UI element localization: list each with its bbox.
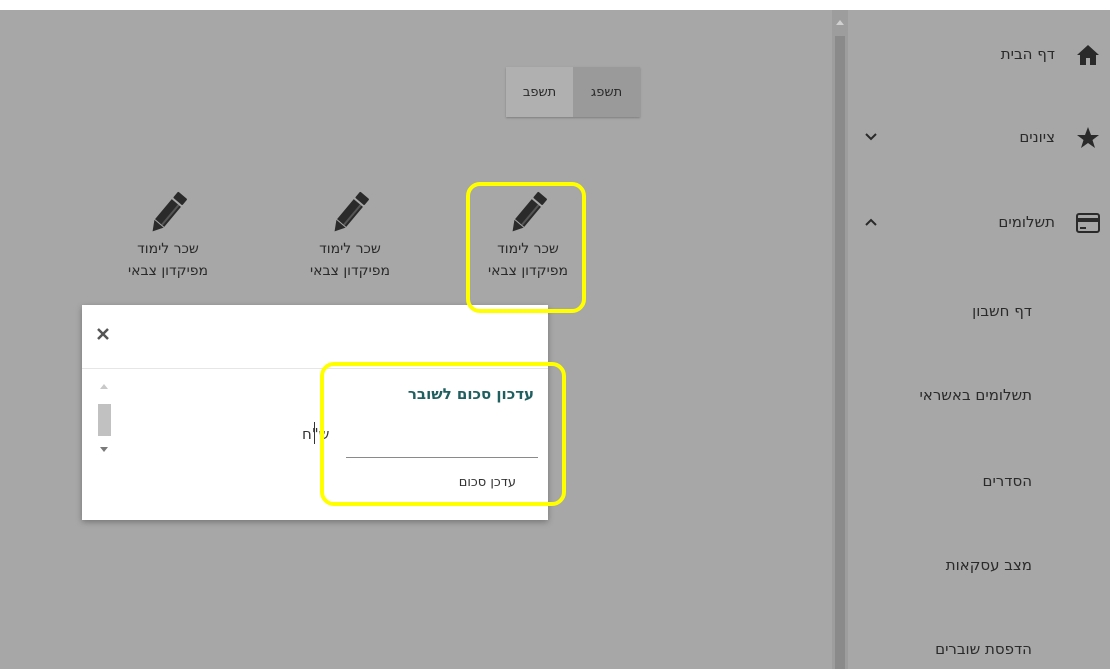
star-icon xyxy=(1077,127,1099,148)
home-icon xyxy=(1077,45,1099,65)
sidebar-subitem-print-vouchers[interactable]: הדפסת שוברים xyxy=(848,636,1110,666)
sidebar-item-home[interactable]: דף הבית xyxy=(848,37,1110,73)
scroll-thumb[interactable] xyxy=(835,36,845,669)
sidebar-subitem-label: תשלומים באשראי xyxy=(919,386,1032,404)
scroll-up-arrow-icon[interactable] xyxy=(836,20,844,25)
scroll-up-arrow-icon[interactable] xyxy=(100,384,108,389)
sidebar-item-grades[interactable]: ציונים xyxy=(848,120,1110,156)
sidebar-subitem-label: מצב עסקאות xyxy=(945,556,1032,574)
dialog-scrollbar[interactable] xyxy=(97,382,111,457)
sidebar-subitem-label: דף חשבון xyxy=(972,302,1032,320)
sidebar-item-label: ציונים xyxy=(1019,128,1055,146)
year-toggle: תשפג תשפב xyxy=(506,67,640,117)
sidebar-subitem-arrangements[interactable]: הסדרים xyxy=(848,468,1110,498)
chevron-up-icon[interactable] xyxy=(864,215,878,229)
main-scrollbar[interactable] xyxy=(832,10,848,669)
top-strip xyxy=(0,0,1110,10)
year-button-active[interactable]: תשפג xyxy=(573,67,640,117)
sidebar-subitem-account-statement[interactable]: דף חשבון xyxy=(848,298,1110,328)
chevron-down-icon[interactable] xyxy=(864,130,878,144)
sidebar-subitem-label: הסדרים xyxy=(982,472,1033,490)
amount-input[interactable] xyxy=(346,427,538,458)
dialog-divider xyxy=(82,368,548,369)
sidebar-subitem-credit-payments[interactable]: תשלומים באשראי xyxy=(848,382,1110,412)
document-title-line2: מפיקדון צבאי xyxy=(128,263,208,279)
update-amount-button[interactable]: עדכן סכום xyxy=(459,475,516,490)
year-button-inactive[interactable]: תשפב xyxy=(506,67,573,117)
document-card[interactable]: שכר לימוד מפיקדון צבאי xyxy=(108,188,228,298)
update-amount-dialog: עדכון סכום לשובר ש"ח עדכן סכום xyxy=(82,305,548,520)
pencil-icon xyxy=(512,191,547,232)
sidebar-subitem-transaction-status[interactable]: מצב עסקאות xyxy=(848,552,1110,582)
scroll-down-arrow-icon[interactable] xyxy=(100,447,108,452)
sidebar-item-label: תשלומים xyxy=(998,213,1055,231)
document-title-line2: מפיקדון צבאי xyxy=(488,263,568,279)
currency-label: ש"ח xyxy=(302,425,330,443)
pencil-icon xyxy=(152,191,187,232)
pencil-icon xyxy=(334,191,369,232)
text-caret xyxy=(314,422,315,444)
document-title-line1: שכר לימוד xyxy=(137,241,199,257)
document-title-line1: שכר לימוד xyxy=(497,241,559,257)
document-title-line1: שכר לימוד xyxy=(319,241,381,257)
document-card[interactable]: שכר לימוד מפיקדון צבאי xyxy=(468,188,588,298)
sidebar-item-label: דף הבית xyxy=(1000,45,1055,63)
scroll-thumb[interactable] xyxy=(98,404,111,436)
sidebar: דף הבית ציונים תשלומים דף חשבון תשלומים … xyxy=(848,10,1110,669)
document-card[interactable]: שכר לימוד מפיקדון צבאי xyxy=(290,188,410,298)
sidebar-item-payments[interactable]: תשלומים xyxy=(848,205,1110,241)
close-icon[interactable] xyxy=(96,327,110,341)
sidebar-subitem-label: הדפסת שוברים xyxy=(935,640,1032,658)
credit-card-icon xyxy=(1076,213,1100,233)
dialog-title: עדכון סכום לשובר xyxy=(407,385,534,403)
document-title-line2: מפיקדון צבאי xyxy=(310,263,390,279)
